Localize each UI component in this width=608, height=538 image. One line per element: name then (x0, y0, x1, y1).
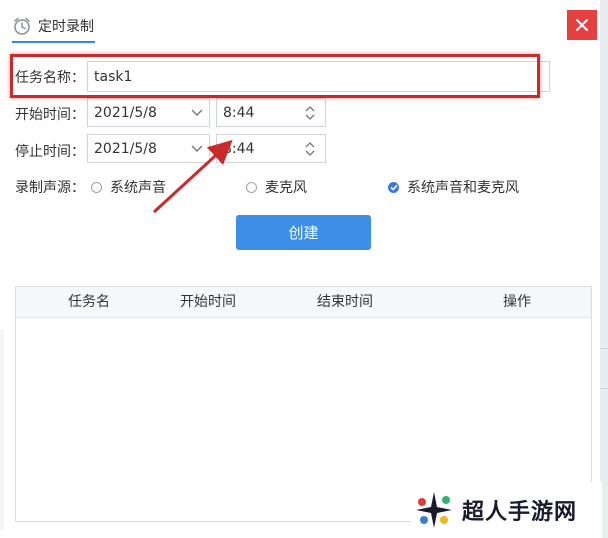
create-button[interactable]: 创建 (236, 215, 371, 250)
radio-label: 系统声音和麦克风 (407, 180, 519, 196)
column-header-task-name: 任务名 (68, 294, 110, 310)
radio-microphone[interactable]: 麦克风 (246, 177, 307, 197)
close-button[interactable] (567, 10, 597, 40)
stop-time-value: 8:44 (223, 140, 255, 157)
column-header-start-time: 开始时间 (180, 294, 236, 310)
sparkle-logo-icon (416, 492, 452, 528)
radio-dot (246, 181, 257, 193)
start-time-input[interactable]: 8:44 (216, 98, 326, 127)
radio-label: 麦克风 (265, 180, 307, 196)
start-date-select[interactable]: 2021/5/8 (87, 98, 210, 127)
stop-date-select[interactable]: 2021/5/8 (87, 134, 210, 163)
watermark-text: 超人手游网 (462, 500, 578, 525)
background-window-edge-left (0, 330, 4, 530)
column-header-end-time: 结束时间 (317, 294, 373, 310)
tab-timed-recording[interactable]: 定时录制 (12, 10, 94, 42)
chevron-down-icon (191, 109, 203, 116)
check-icon (389, 184, 398, 191)
site-watermark: 超人手游网 (412, 482, 602, 538)
column-header-actions: 操作 (503, 294, 531, 310)
start-time-label: 开始时间： (15, 107, 85, 123)
table-header: 任务名 开始时间 结束时间 操作 (16, 287, 591, 318)
stop-time-input[interactable]: 8:44 (216, 134, 326, 163)
chevron-down-icon (191, 145, 203, 152)
radio-dot (91, 181, 102, 193)
radio-system-and-mic[interactable]: 系统声音和麦克风 (388, 177, 519, 197)
stop-date-value: 2021/5/8 (94, 140, 157, 157)
close-icon (576, 19, 588, 31)
highlight-box (10, 54, 540, 98)
radio-system-sound[interactable]: 系统声音 (91, 177, 166, 197)
tab-title: 定时录制 (38, 19, 94, 35)
spinner-arrows-icon[interactable] (305, 141, 315, 156)
recording-source-label: 录制声源： (15, 180, 85, 196)
radio-dot-checked (388, 181, 399, 193)
radio-label: 系统声音 (110, 180, 166, 196)
spinner-arrows-icon[interactable] (305, 105, 315, 120)
stop-time-label: 停止时间： (15, 144, 85, 160)
start-time-value: 8:44 (223, 104, 255, 121)
background-window-edge (600, 0, 608, 538)
tab-active-indicator (12, 41, 95, 43)
clock-icon (14, 17, 30, 35)
start-date-value: 2021/5/8 (94, 104, 157, 121)
